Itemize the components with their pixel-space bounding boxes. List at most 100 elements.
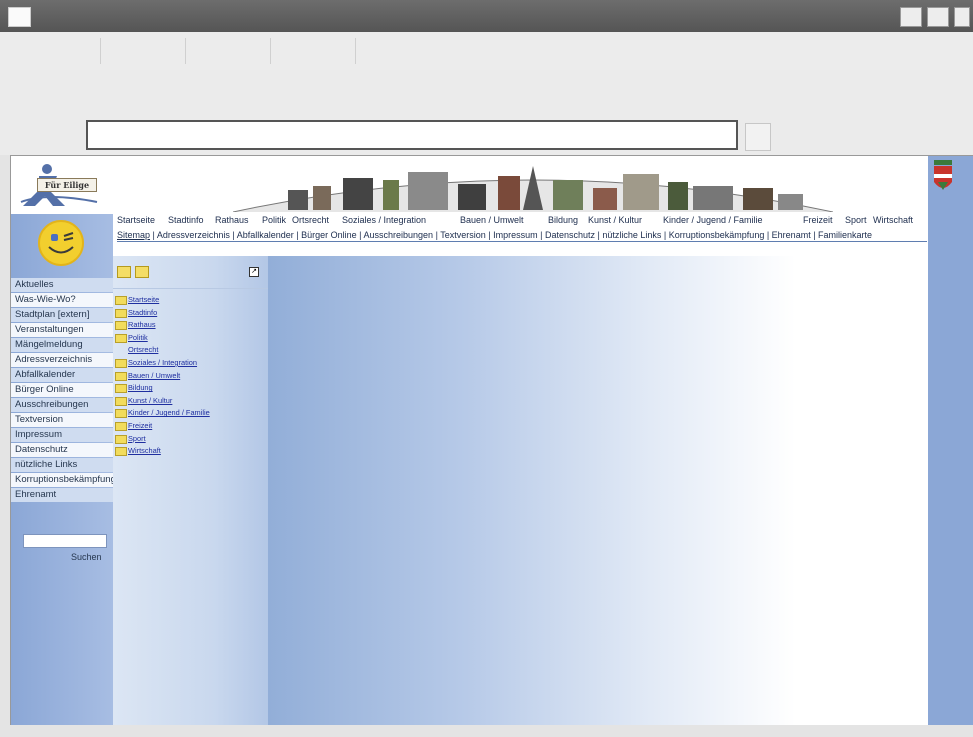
top-nav-startseite[interactable]: Startseite [117, 215, 155, 225]
top-nav-ortsrecht[interactable]: Ortsrecht [292, 215, 329, 225]
tree-item[interactable]: Startseite [115, 294, 210, 307]
top-nav-politik[interactable]: Politik [262, 215, 286, 225]
sub-nav-buerger-online[interactable]: Bürger Online [301, 230, 357, 240]
folder-icon [115, 447, 127, 457]
top-nav-freizeit[interactable]: Freizeit [803, 215, 833, 225]
content-area [268, 256, 928, 726]
folder-icon [115, 434, 127, 444]
toolbar-button[interactable] [270, 38, 356, 64]
tree-item-label: Politik [128, 332, 148, 342]
right-column [928, 156, 973, 726]
sitemap-panel: ↗ Startseite Stadtinfo Rathaus Politik O… [113, 256, 268, 726]
tree-item[interactable]: Wirtschaft [115, 445, 210, 458]
toolbar-button[interactable] [0, 38, 101, 64]
maximize-button[interactable] [927, 7, 949, 27]
city-crest-icon[interactable] [932, 160, 954, 194]
search-input[interactable] [23, 534, 107, 548]
toolbar-button[interactable] [185, 38, 271, 64]
folder-icon [115, 308, 127, 318]
tree-item-label: Startseite [128, 295, 160, 304]
logo-area: Für Eilige [11, 156, 113, 214]
tree-item-label: Wirtschaft [128, 446, 161, 456]
site-header: Startseite Stadtinfo Rathaus Politik Ort… [113, 156, 928, 256]
sidebar-item-maengelmeldung[interactable]: Mängelmeldung [11, 338, 113, 352]
sidebar-item-abfallkalender[interactable]: Abfallkalender [11, 368, 113, 382]
sub-nav-familienkarte[interactable]: Familienkarte [818, 230, 872, 240]
tree-item-label: Bildung [128, 383, 153, 393]
smiley-icon[interactable] [38, 220, 84, 266]
fuer-eilige-label: Für Eilige [37, 178, 97, 192]
tree-item[interactable]: Kinder / Jugend / Familie [115, 407, 210, 420]
tree-item[interactable]: Ortsrecht [115, 344, 210, 357]
city-skyline-banner [233, 166, 833, 212]
sub-nav-sitemap[interactable]: Sitemap [117, 230, 150, 240]
tree-item[interactable]: Bauen / Umwelt [115, 370, 210, 383]
top-nav-bildung[interactable]: Bildung [548, 215, 578, 225]
sub-nav-korruptionsbekaempfung[interactable]: Korruptionsbekämpfung [669, 230, 765, 240]
sidebar-nav: Aktuelles Was-Wie-Wo? Stadtplan [extern]… [11, 278, 113, 503]
tree-item[interactable]: Sport [115, 433, 210, 446]
top-nav-sport[interactable]: Sport [845, 215, 867, 225]
sub-nav-impressum[interactable]: Impressum [493, 230, 538, 240]
sub-nav-ehrenamt[interactable]: Ehrenamt [772, 230, 811, 240]
top-nav-bauen[interactable]: Bauen / Umwelt [460, 215, 524, 225]
sub-nav: Sitemap | Adressverzeichnis | Abfallkale… [117, 230, 927, 242]
tree-item-label: Bauen / Umwelt [128, 370, 181, 380]
fuer-eilige-logo[interactable]: Für Eilige [17, 162, 105, 210]
folder-icon [115, 396, 127, 406]
collapse-all-icon[interactable] [135, 266, 149, 278]
address-input[interactable] [86, 120, 738, 150]
folder-icon [115, 358, 127, 368]
sidebar-item-ausschreibungen[interactable]: Ausschreibungen [11, 398, 113, 412]
sidebar-item-datenschutz[interactable]: Datenschutz [11, 443, 113, 457]
close-button[interactable] [954, 7, 970, 27]
tree-item[interactable]: Politik [115, 332, 210, 345]
sidebar-item-impressum[interactable]: Impressum [11, 428, 113, 442]
sidebar-item-textversion[interactable]: Textversion [11, 413, 113, 427]
sub-nav-adressverzeichnis[interactable]: Adressverzeichnis [157, 230, 230, 240]
sidebar-item-was-wie-wo[interactable]: Was-Wie-Wo? [11, 293, 113, 307]
smiley-face [48, 232, 74, 254]
folder-icon [115, 409, 127, 419]
page-icon [115, 346, 125, 353]
folder-icon [115, 421, 127, 431]
minimize-button[interactable] [900, 7, 922, 27]
top-nav-stadtinfo[interactable]: Stadtinfo [168, 215, 204, 225]
go-button[interactable] [745, 123, 771, 151]
tree-item-label: Rathaus [128, 320, 156, 330]
tree-item[interactable]: Soziales / Integration [115, 357, 210, 370]
sidebar-item-aktuelles[interactable]: Aktuelles [11, 278, 113, 292]
folder-icon [115, 296, 127, 305]
sidebar-item-korruptionsbekaempfung[interactable]: Korruptionsbekämpfung [11, 473, 113, 487]
tree-item[interactable]: Bildung [115, 382, 210, 395]
page-viewport: Für Eilige Aktuelles Was-Wie-Wo? Stadtpl… [10, 155, 973, 726]
tree-item[interactable]: Freizeit [115, 420, 210, 433]
sub-nav-nuetzliche-links[interactable]: nützliche Links [602, 230, 661, 240]
sub-nav-abfallkalender[interactable]: Abfallkalender [237, 230, 294, 240]
top-nav-kinder[interactable]: Kinder / Jugend / Familie [663, 215, 763, 225]
popout-icon[interactable]: ↗ [249, 267, 259, 277]
tree-item[interactable]: Kunst / Kultur [115, 395, 210, 408]
expand-all-icon[interactable] [117, 266, 131, 278]
sidebar-item-veranstaltungen[interactable]: Veranstaltungen [11, 323, 113, 337]
top-nav-wirtschaft[interactable]: Wirtschaft [873, 215, 913, 225]
search-button[interactable]: Suchen [71, 552, 102, 562]
top-nav-kunst[interactable]: Kunst / Kultur [588, 215, 642, 225]
tree-item[interactable]: Rathaus [115, 319, 210, 332]
folder-icon [115, 384, 127, 394]
folder-icon [115, 371, 127, 381]
sub-nav-datenschutz[interactable]: Datenschutz [545, 230, 595, 240]
top-nav-rathaus[interactable]: Rathaus [215, 215, 249, 225]
app-icon [8, 7, 31, 27]
sub-nav-textversion[interactable]: Textversion [440, 230, 486, 240]
sidebar-item-adressverzeichnis[interactable]: Adressverzeichnis [11, 353, 113, 367]
sidebar-item-buerger-online[interactable]: Bürger Online [11, 383, 113, 397]
sidebar-item-ehrenamt[interactable]: Ehrenamt [11, 488, 113, 502]
toolbar-button[interactable] [100, 38, 186, 64]
sidebar-item-nuetzliche-links[interactable]: nützliche Links [11, 458, 113, 472]
top-nav-soziales[interactable]: Soziales / Integration [342, 215, 426, 225]
tree-item[interactable]: Stadtinfo [115, 307, 210, 320]
tree-item-label: Soziales / Integration [128, 357, 198, 367]
sidebar-item-stadtplan[interactable]: Stadtplan [extern] [11, 308, 113, 322]
sub-nav-ausschreibungen[interactable]: Ausschreibungen [364, 230, 434, 240]
